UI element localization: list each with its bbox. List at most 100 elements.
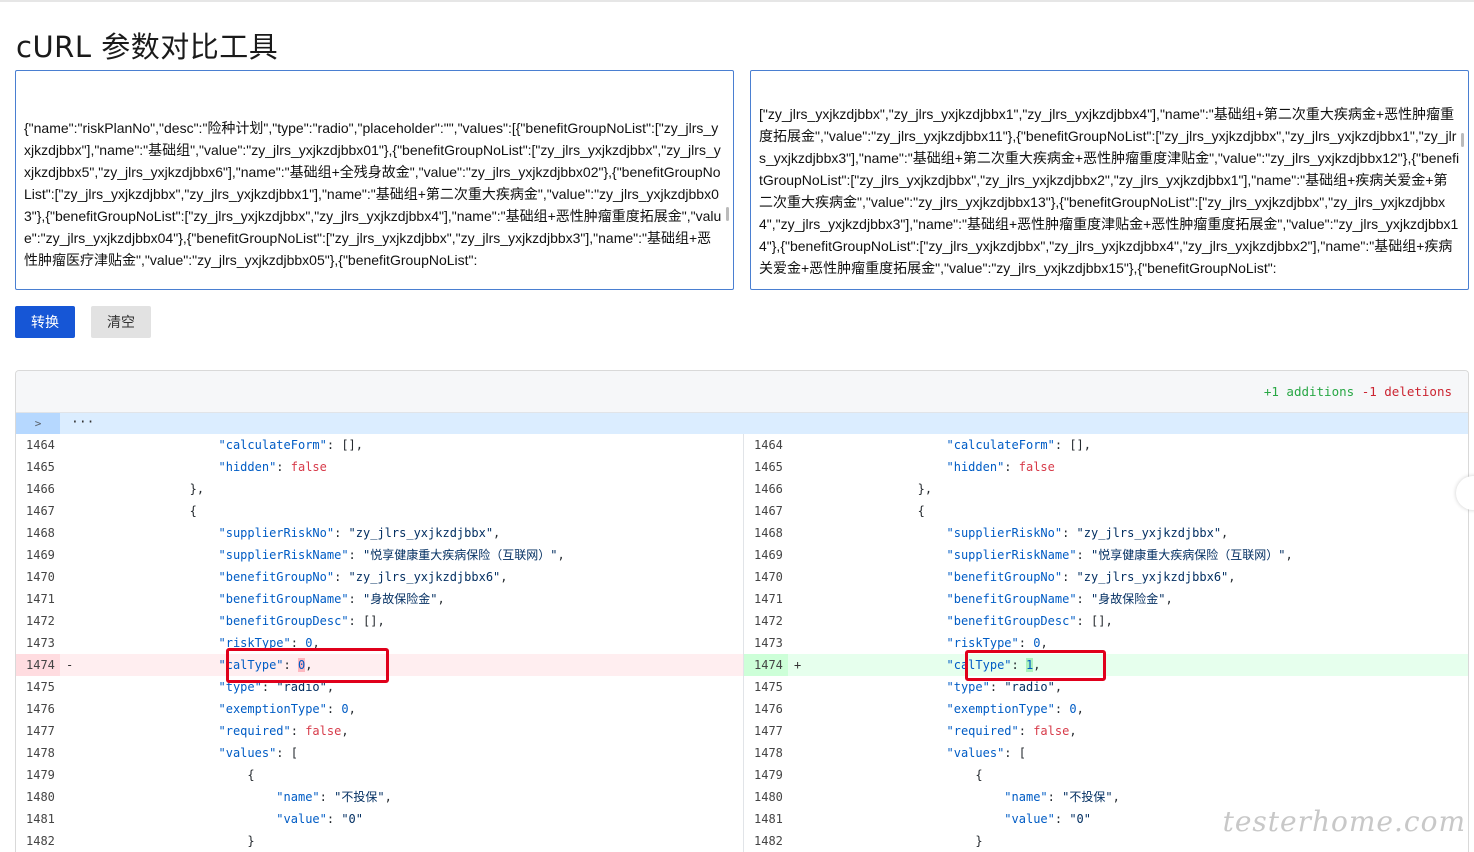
watermark: testerhome.com [1222, 805, 1466, 838]
line-number: 1480 [754, 790, 783, 804]
line-number: 1465 [754, 460, 783, 474]
diff-row: 1480 "name": "不投保", [16, 786, 743, 808]
diff-row: 1468 "supplierRiskNo": "zy_jlrs_yxjkzdjb… [16, 522, 743, 544]
code-line: "benefitGroupDesc": [], [946, 614, 1113, 628]
line-number: 1469 [26, 548, 55, 562]
diff-row: 1465 "hidden": false [16, 456, 743, 478]
diff-row: 1464 "calculateForm": [], [16, 434, 743, 456]
diff-row: 1477 "required": false, [16, 720, 743, 742]
clear-button[interactable]: 清空 [91, 306, 151, 338]
diff-row: 1473 "riskType": 0, [744, 632, 1468, 654]
code-line: }, [802, 482, 933, 496]
code-line: "name": "不投保", [276, 790, 392, 804]
code-line: { [802, 504, 925, 518]
left-textarea-content: {"name":"riskPlanNo","desc":"险种计划","type… [24, 120, 722, 268]
line-number: 1476 [26, 702, 55, 716]
page-title: cURL 参数对比工具 [16, 30, 279, 64]
code-line: "benefitGroupNo": "zy_jlrs_yxjkzdjbbx6", [218, 570, 508, 584]
diff-row: 1479 { [16, 764, 743, 786]
diff-row: 1468 "supplierRiskNo": "zy_jlrs_yxjkzdjb… [744, 522, 1468, 544]
code-line: }, [74, 482, 205, 496]
code-line: "values": [ [218, 746, 298, 760]
convert-button[interactable]: 转换 [15, 306, 75, 338]
code-line: "benefitGroupNo": "zy_jlrs_yxjkzdjbbx6", [946, 570, 1236, 584]
highlight-box-old [226, 648, 389, 683]
code-line: { [74, 768, 255, 782]
left-textarea-scrollbar[interactable] [726, 207, 729, 221]
line-number: 1465 [26, 460, 55, 474]
code-line: "supplierRiskNo": "zy_jlrs_yxjkzdjbbx", [218, 526, 501, 540]
line-number: 1471 [754, 592, 783, 606]
code-line: "hidden": false [946, 460, 1055, 474]
code-line: "values": [ [946, 746, 1026, 760]
line-number: 1467 [26, 504, 55, 518]
code-line: "required": false, [218, 724, 349, 738]
line-number: 1466 [26, 482, 55, 496]
diff-pane-old: 1464 "calculateForm": [], 1465 "hidden": … [16, 434, 743, 852]
line-number: 1480 [26, 790, 55, 804]
hunk-header: > ··· [16, 413, 1468, 434]
code-line: "benefitGroupDesc": [], [218, 614, 385, 628]
code-line: { [74, 504, 197, 518]
code-line: "hidden": false [218, 460, 327, 474]
diff-row: 1476 "exemptionType": 0, [744, 698, 1468, 720]
line-number: 1472 [26, 614, 55, 628]
code-line: } [802, 834, 983, 848]
line-number: 1481 [754, 812, 783, 826]
diff-row: 1465 "hidden": false [744, 456, 1468, 478]
code-line: "supplierRiskName": "悦享健康重大疾病保险（互联网）", [218, 548, 565, 562]
additions-count: +1 additions [1263, 384, 1355, 399]
right-textarea-content: ["zy_jlrs_yxjkzdjbbx","zy_jlrs_yxjkzdjbb… [759, 106, 1460, 276]
line-number: 1478 [26, 746, 55, 760]
line-number: 1475 [754, 680, 783, 694]
diff-row: 1481 "value": "0" [16, 808, 743, 830]
diff-row: 1469 "supplierRiskName": "悦享健康重大疾病保险（互联网… [744, 544, 1468, 566]
diff-pane-new: 1464 "calculateForm": [], 1465 "hidden": … [743, 434, 1468, 852]
diff-row: 1475 "type": "radio", [744, 676, 1468, 698]
line-number: 1473 [754, 636, 783, 650]
code-line: "calculateForm": [], [946, 438, 1092, 452]
line-number: 1477 [26, 724, 55, 738]
line-number: 1482 [754, 834, 783, 848]
code-line: "benefitGroupName": "身故保险金", [218, 592, 445, 606]
diff-row: 1469 "supplierRiskName": "悦享健康重大疾病保险（互联网… [16, 544, 743, 566]
code-line: "calculateForm": [], [218, 438, 364, 452]
diff-viewer: +1 additions -1 deletions > ··· 1464 "ca… [15, 370, 1469, 852]
left-curl-textarea[interactable]: {"name":"riskPlanNo","desc":"险种计划","type… [15, 70, 734, 290]
diff-row: 1479 { [744, 764, 1468, 786]
diff-row: 1478 "values": [ [16, 742, 743, 764]
expand-hunk-button[interactable]: > [16, 413, 60, 434]
line-number: 1468 [26, 526, 55, 540]
diff-row: 1471 "benefitGroupName": "身故保险金", [744, 588, 1468, 610]
diff-row: 1467 { [744, 500, 1468, 522]
line-number: 1475 [26, 680, 55, 694]
line-number: 1482 [26, 834, 55, 848]
code-line: "exemptionType": 0, [946, 702, 1084, 716]
hunk-ellipsis: ··· [71, 415, 95, 430]
line-number: 1474 [16, 654, 60, 676]
line-number: 1481 [26, 812, 55, 826]
code-line: "supplierRiskName": "悦享健康重大疾病保险（互联网）", [946, 548, 1293, 562]
highlight-box-new [965, 650, 1106, 681]
deletions-count: -1 deletions [1361, 384, 1452, 399]
diff-row: 1471 "benefitGroupName": "身故保险金", [16, 588, 743, 610]
code-line: { [802, 768, 983, 782]
code-line: "required": false, [946, 724, 1077, 738]
line-number: 1468 [754, 526, 783, 540]
line-number: 1479 [26, 768, 55, 782]
line-number: 1469 [754, 548, 783, 562]
code-line: "supplierRiskNo": "zy_jlrs_yxjkzdjbbx", [946, 526, 1229, 540]
right-curl-textarea[interactable]: ["zy_jlrs_yxjkzdjbbx","zy_jlrs_yxjkzdjbb… [750, 70, 1469, 290]
diff-stats: +1 additions -1 deletions [1264, 384, 1452, 399]
code-line: "benefitGroupName": "身故保险金", [946, 592, 1173, 606]
diff-row: 1477 "required": false, [744, 720, 1468, 742]
line-number: 1478 [754, 746, 783, 760]
line-number: 1464 [754, 438, 783, 452]
line-number: 1472 [754, 614, 783, 628]
diff-row: 1470 "benefitGroupNo": "zy_jlrs_yxjkzdjb… [16, 566, 743, 588]
right-textarea-scrollbar[interactable] [1461, 133, 1464, 147]
line-number: 1464 [26, 438, 55, 452]
code-line: "name": "不投保", [1004, 790, 1120, 804]
line-number: 1471 [26, 592, 55, 606]
diff-row: 1466 }, [744, 478, 1468, 500]
